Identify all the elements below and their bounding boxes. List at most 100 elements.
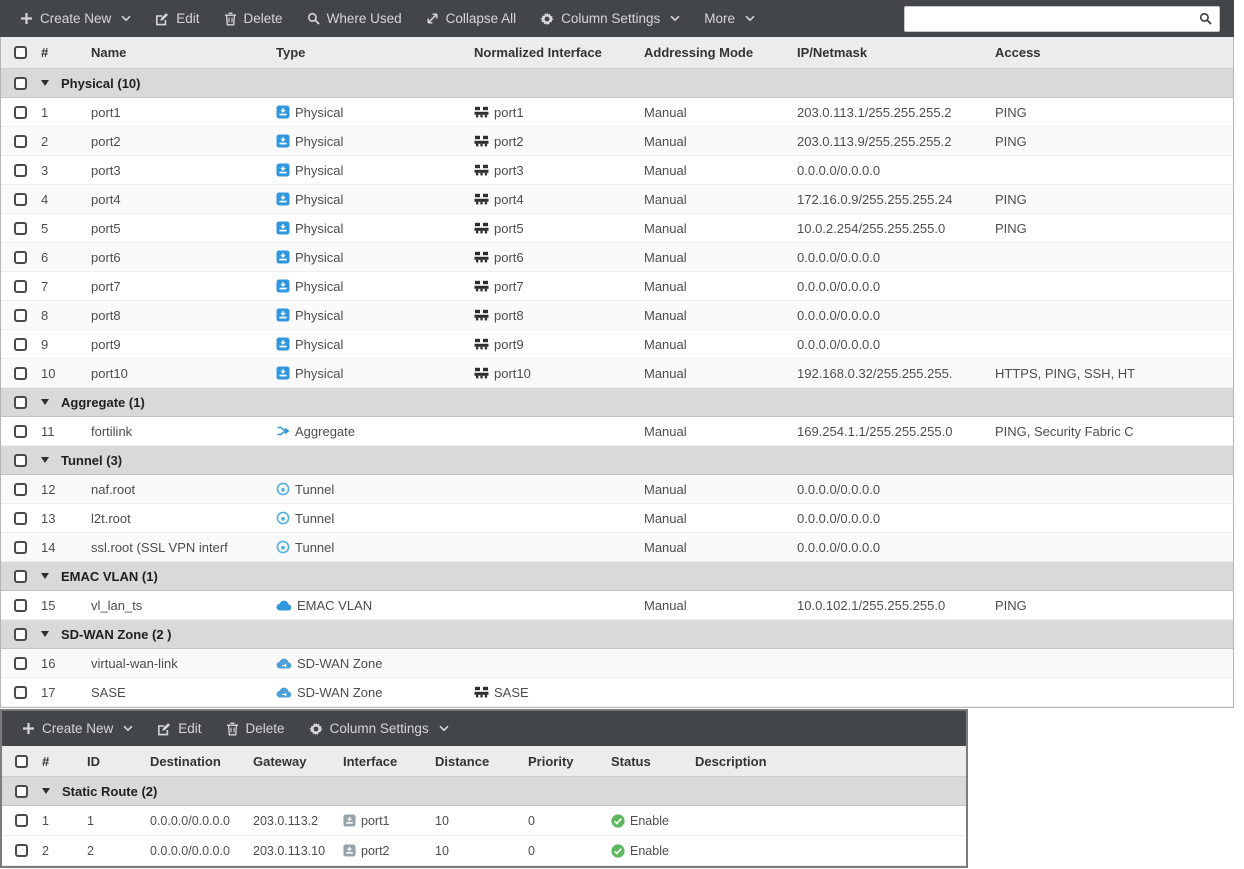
row-checkbox[interactable] xyxy=(14,106,27,119)
cell-name: SASE xyxy=(91,685,276,700)
interface-row[interactable]: 13l2t.rootTunnelManual0.0.0.0/0.0.0.0 xyxy=(1,504,1233,533)
toolbar-item-edit[interactable]: Edit xyxy=(143,0,211,37)
row-checkbox[interactable] xyxy=(15,814,28,827)
cell-ip-netmask: 10.0.2.254/255.255.255.0 xyxy=(797,221,995,236)
group-row-tunnel-3[interactable]: Tunnel (3) xyxy=(1,446,1233,475)
row-checkbox[interactable] xyxy=(14,77,27,90)
static-route-row[interactable]: 110.0.0.0/0.0.0.0203.0.113.2port1100Enab… xyxy=(2,806,966,836)
row-checkbox[interactable] xyxy=(14,425,27,438)
column-header-[interactable]: # xyxy=(41,45,91,60)
group-row-emac-vlan-1[interactable]: EMAC VLAN (1) xyxy=(1,562,1233,591)
row-checkbox[interactable] xyxy=(14,628,27,641)
interface-row[interactable]: 4port4Physicalport4Manual172.16.0.9/255.… xyxy=(1,185,1233,214)
toolbar-item-delete[interactable]: Delete xyxy=(214,711,297,746)
cell-name: port9 xyxy=(91,337,276,352)
group-row-aggregate-1[interactable]: Aggregate (1) xyxy=(1,388,1233,417)
cell-access: PING xyxy=(995,221,1233,236)
row-checkbox[interactable] xyxy=(14,135,27,148)
column-header-normalized-interface[interactable]: Normalized Interface xyxy=(474,45,644,60)
group-row-static-route-2[interactable]: Static Route (2) xyxy=(2,777,966,806)
tunnel-icon xyxy=(276,511,290,525)
row-checkbox[interactable] xyxy=(14,657,27,670)
interface-row[interactable]: 7port7Physicalport7Manual0.0.0.0/0.0.0.0 xyxy=(1,272,1233,301)
row-checkbox[interactable] xyxy=(14,280,27,293)
toolbar-item-more[interactable]: More xyxy=(692,0,767,37)
column-header-[interactable]: # xyxy=(42,754,87,769)
row-checkbox[interactable] xyxy=(15,844,28,857)
column-header-name[interactable]: Name xyxy=(91,45,276,60)
toolbar-item-label: Column Settings xyxy=(330,721,429,736)
toolbar-item-delete[interactable]: Delete xyxy=(212,0,295,37)
search-icon[interactable] xyxy=(1199,12,1212,25)
interface-row[interactable]: 12naf.rootTunnelManual0.0.0.0/0.0.0.0 xyxy=(1,475,1233,504)
status-label: Enable xyxy=(630,814,669,828)
column-header-status[interactable]: Status xyxy=(611,754,695,769)
column-header-access[interactable]: Access xyxy=(995,45,1233,60)
row-checkbox[interactable] xyxy=(14,164,27,177)
checkbox-cell xyxy=(1,541,41,554)
checkbox-cell xyxy=(1,251,41,264)
interface-row[interactable]: 10port10Physicalport10Manual192.168.0.32… xyxy=(1,359,1233,388)
toolbar-item-collapse-all[interactable]: Collapse All xyxy=(414,0,529,37)
toolbar-item-column-settings[interactable]: Column Settings xyxy=(297,711,461,746)
cell-type: Physical xyxy=(276,163,474,178)
row-checkbox[interactable] xyxy=(14,251,27,264)
interface-row[interactable]: 2port2Physicalport2Manual203.0.113.9/255… xyxy=(1,127,1233,156)
row-checkbox[interactable] xyxy=(14,367,27,380)
interface-row[interactable]: 11fortilinkAggregateManual169.254.1.1/25… xyxy=(1,417,1233,446)
toolbar-item-edit[interactable]: Edit xyxy=(145,711,213,746)
row-checkbox[interactable] xyxy=(14,483,27,496)
cell-normalized-interface: port1 xyxy=(474,105,644,120)
interface-row[interactable]: 16virtual-wan-linkSD-WAN Zone xyxy=(1,649,1233,678)
interface-row[interactable]: 15vl_lan_tsEMAC VLANManual10.0.102.1/255… xyxy=(1,591,1233,620)
interface-row[interactable]: 5port5Physicalport5Manual10.0.2.254/255.… xyxy=(1,214,1233,243)
interface-row[interactable]: 8port8Physicalport8Manual0.0.0.0/0.0.0.0 xyxy=(1,301,1233,330)
cell-name: l2t.root xyxy=(91,511,276,526)
search-input[interactable] xyxy=(912,11,1199,26)
interface-row[interactable]: 9port9Physicalport9Manual0.0.0.0/0.0.0.0 xyxy=(1,330,1233,359)
checkbox-cell xyxy=(1,193,41,206)
column-header-destination[interactable]: Destination xyxy=(150,754,253,769)
toolbar-item-column-settings[interactable]: Column Settings xyxy=(528,0,692,37)
row-checkbox[interactable] xyxy=(14,222,27,235)
toolbar-item-where-used[interactable]: Where Used xyxy=(295,0,414,37)
cell-normalized-interface: port7 xyxy=(474,279,644,294)
column-header-gateway[interactable]: Gateway xyxy=(253,754,343,769)
cell-id: 2 xyxy=(87,844,150,858)
interface-row[interactable]: 1port1Physicalport1Manual203.0.113.1/255… xyxy=(1,98,1233,127)
interface-row[interactable]: 17SASESD-WAN ZoneSASE xyxy=(1,678,1233,707)
row-checkbox[interactable] xyxy=(14,512,27,525)
row-checkbox[interactable] xyxy=(14,541,27,554)
row-checkbox[interactable] xyxy=(14,570,27,583)
group-row-physical-10[interactable]: Physical (10) xyxy=(1,69,1233,98)
cell-name: port8 xyxy=(91,308,276,323)
row-checkbox[interactable] xyxy=(14,338,27,351)
cell-addressing-mode: Manual xyxy=(644,511,797,526)
column-header-addressing-mode[interactable]: Addressing Mode xyxy=(644,45,797,60)
row-checkbox[interactable] xyxy=(14,396,27,409)
row-checkbox[interactable] xyxy=(15,755,28,768)
cell-access: PING xyxy=(995,105,1233,120)
toolbar-item-create-new[interactable]: Create New xyxy=(8,0,143,37)
row-checkbox[interactable] xyxy=(14,193,27,206)
row-checkbox[interactable] xyxy=(14,599,27,612)
column-header-interface[interactable]: Interface xyxy=(343,754,435,769)
group-row-sd-wan-zone-2[interactable]: SD-WAN Zone (2 ) xyxy=(1,620,1233,649)
interface-row[interactable]: 6port6Physicalport6Manual0.0.0.0/0.0.0.0 xyxy=(1,243,1233,272)
column-header-description[interactable]: Description xyxy=(695,754,966,769)
interface-row[interactable]: 3port3Physicalport3Manual0.0.0.0/0.0.0.0 xyxy=(1,156,1233,185)
cell-distance: 10 xyxy=(435,814,528,828)
toolbar-item-create-new[interactable]: Create New xyxy=(10,711,145,746)
column-header-type[interactable]: Type xyxy=(276,45,474,60)
row-checkbox[interactable] xyxy=(14,46,27,59)
column-header-id[interactable]: ID xyxy=(87,754,150,769)
column-header-ip-netmask[interactable]: IP/Netmask xyxy=(797,45,995,60)
row-checkbox[interactable] xyxy=(14,309,27,322)
column-header-distance[interactable]: Distance xyxy=(435,754,528,769)
row-checkbox[interactable] xyxy=(14,686,27,699)
row-checkbox[interactable] xyxy=(15,785,28,798)
row-checkbox[interactable] xyxy=(14,454,27,467)
interface-row[interactable]: 14ssl.root (SSL VPN interfTunnelManual0.… xyxy=(1,533,1233,562)
static-route-row[interactable]: 220.0.0.0/0.0.0.0203.0.113.10port2100Ena… xyxy=(2,836,966,866)
column-header-priority[interactable]: Priority xyxy=(528,754,611,769)
